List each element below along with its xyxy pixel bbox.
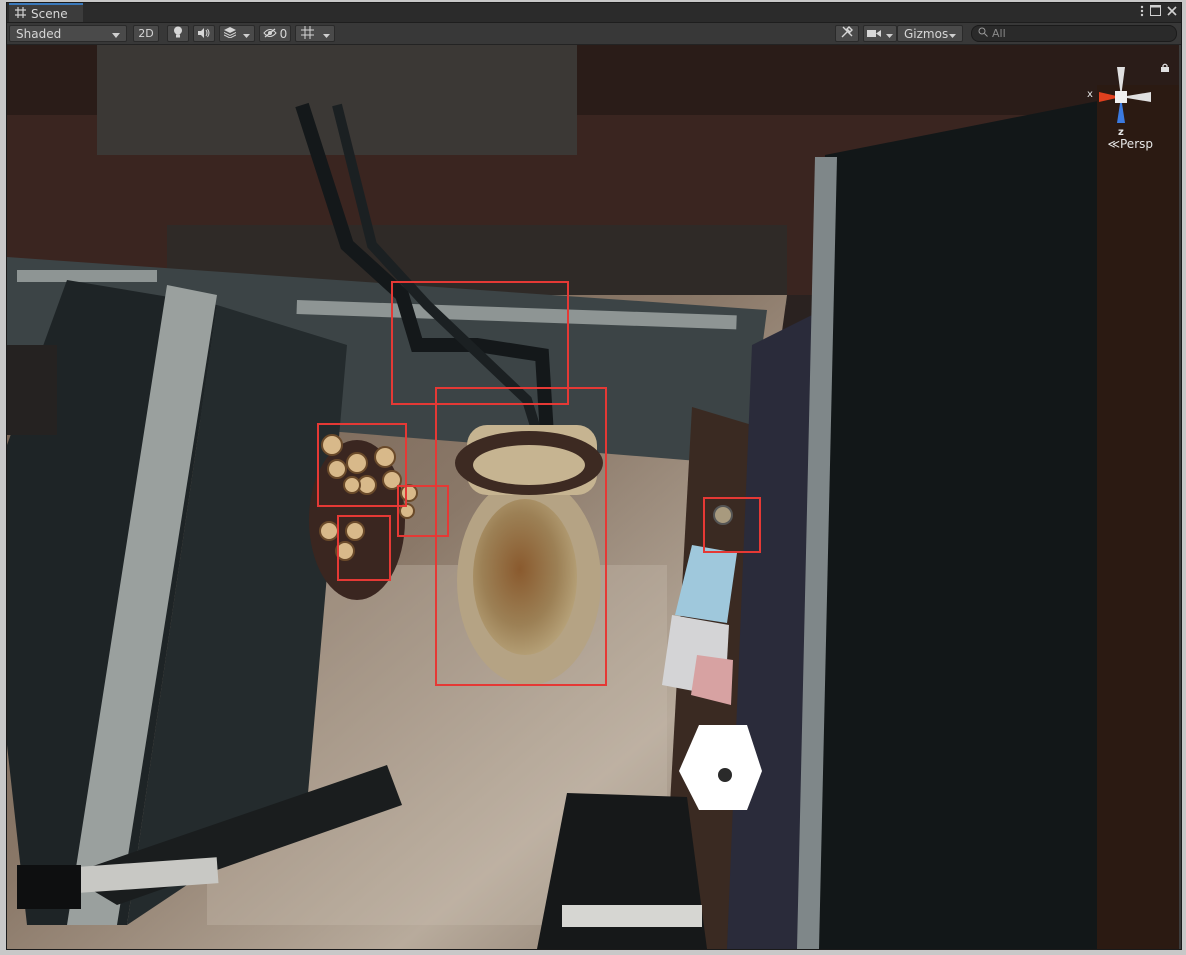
grid-icon (15, 6, 26, 21)
tab-scene[interactable]: Scene (9, 3, 83, 22)
camera-icon (866, 27, 881, 41)
bbox-flush-button (703, 497, 761, 553)
chevron-down-icon (112, 27, 120, 41)
chevron-down-icon (949, 27, 956, 41)
lighting-toggle-button[interactable] (167, 25, 189, 42)
chevron-down-icon (886, 27, 894, 41)
2d-toggle-button[interactable]: 2D (133, 25, 159, 42)
close-icon[interactable] (1167, 5, 1177, 20)
tools-icon (841, 26, 853, 41)
scene-viewport[interactable]: x z ≪Persp (7, 45, 1179, 949)
effects-dropdown[interactable] (219, 25, 255, 42)
projection-label: Persp (1120, 137, 1153, 151)
draw-mode-label: Shaded (16, 26, 62, 41)
bbox-toilet-paper-rolls (317, 423, 407, 507)
scene-toolbar: Shaded 2D 0 Gizmos All (7, 23, 1181, 45)
tab-scene-label: Scene (31, 6, 68, 21)
tab-bar: Scene (7, 3, 1181, 23)
camera-dropdown[interactable] (863, 25, 897, 42)
search-icon (978, 27, 988, 40)
search-placeholder: All (992, 27, 1006, 40)
axis-x-label: x (1087, 89, 1093, 100)
maximize-icon[interactable] (1150, 5, 1161, 20)
hidden-count: 0 (279, 26, 288, 41)
gizmos-dropdown[interactable]: Gizmos (897, 25, 963, 42)
chevron-left-icon: ≪ (1107, 137, 1120, 151)
chevron-down-icon (322, 27, 330, 41)
search-field[interactable]: All (971, 25, 1177, 42)
hidden-objects-button[interactable]: 0 (259, 25, 291, 42)
speaker-icon (198, 27, 210, 41)
bbox-toilet-paper-roll (337, 515, 391, 581)
bbox-toilet (435, 387, 607, 686)
2d-label: 2D (138, 27, 154, 40)
grid-snap-icon (300, 25, 314, 42)
chevron-down-icon (243, 27, 251, 41)
more-options-icon[interactable] (1140, 5, 1144, 21)
window-controls (1140, 4, 1177, 21)
tools-button[interactable] (835, 25, 859, 42)
draw-mode-dropdown[interactable]: Shaded (9, 25, 127, 42)
lock-icon[interactable] (1161, 57, 1169, 72)
grid-dropdown[interactable] (295, 25, 335, 42)
audio-toggle-button[interactable] (193, 25, 215, 42)
scene-window: Scene Shaded 2D 0 Gizmos All x z ≪Persp (6, 2, 1182, 950)
projection-toggle[interactable]: ≪Persp (1107, 137, 1153, 151)
eye-hidden-icon (263, 27, 277, 41)
lightbulb-icon (173, 26, 183, 41)
bbox-toilet-paper-roll (397, 485, 449, 537)
layers-icon (223, 26, 236, 41)
gizmos-label: Gizmos (904, 26, 949, 41)
